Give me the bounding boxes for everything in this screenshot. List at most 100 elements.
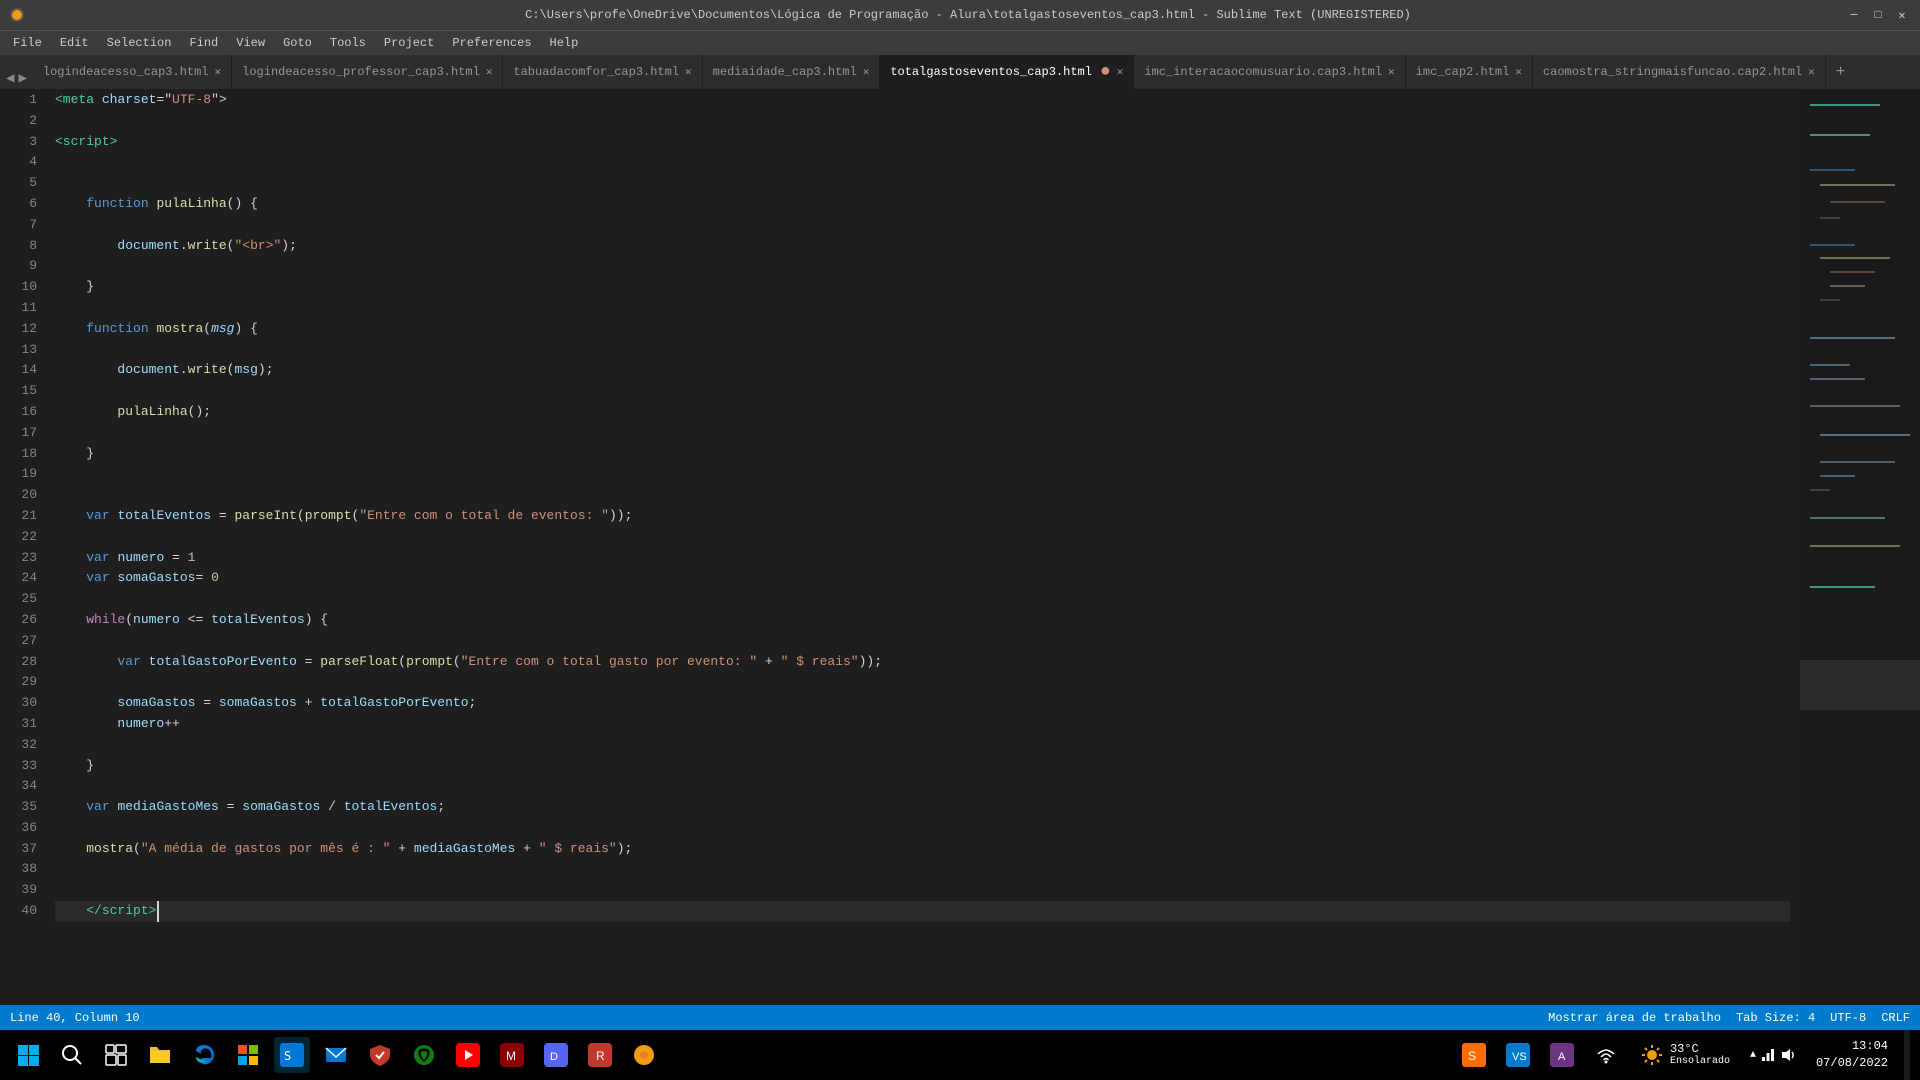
code-line-36 bbox=[55, 818, 1790, 839]
minimap-svg bbox=[1800, 90, 1920, 810]
cursor-position: Line 40, Column 10 bbox=[10, 1011, 140, 1025]
windows-start-button[interactable] bbox=[10, 1037, 46, 1073]
menu-tools[interactable]: Tools bbox=[322, 34, 374, 52]
code-line-11 bbox=[55, 298, 1790, 319]
line-num-20: 20 bbox=[0, 485, 37, 506]
line-num-30: 30 bbox=[0, 693, 37, 714]
line-num-28: 28 bbox=[0, 652, 37, 673]
defender-button[interactable] bbox=[362, 1037, 398, 1073]
line-num-23: 23 bbox=[0, 548, 37, 569]
code-line-39 bbox=[55, 880, 1790, 901]
code-line-22 bbox=[55, 527, 1790, 548]
code-line-14: document.write(msg); bbox=[55, 360, 1790, 381]
line-num-15: 15 bbox=[0, 381, 37, 402]
wifi-icon[interactable] bbox=[1588, 1037, 1624, 1073]
menu-preferences[interactable]: Preferences bbox=[444, 34, 539, 52]
menu-file[interactable]: File bbox=[5, 34, 50, 52]
tab-size-label: Tab Size: 4 bbox=[1736, 1011, 1815, 1025]
tab-imc-interacao[interactable]: imc_interacaocomusuario.cap3.html ✕ bbox=[1134, 55, 1405, 89]
tab-totalgastoseventos-cap3[interactable]: totalgastoseventos_cap3.html ● ✕ bbox=[880, 55, 1134, 89]
system-tray: ▲ bbox=[1746, 1047, 1800, 1063]
code-line-34 bbox=[55, 776, 1790, 797]
line-num-27: 27 bbox=[0, 631, 37, 652]
code-line-38 bbox=[55, 859, 1790, 880]
menu-help[interactable]: Help bbox=[542, 34, 587, 52]
discord-button[interactable]: D bbox=[538, 1037, 574, 1073]
maximize-button[interactable]: □ bbox=[1870, 7, 1886, 23]
vscode-button[interactable]: VS bbox=[1500, 1037, 1536, 1073]
minimize-button[interactable]: ─ bbox=[1846, 7, 1862, 23]
close-tab-2[interactable]: ✕ bbox=[486, 65, 493, 79]
tab-caomostra[interactable]: caomostra_stringmaisfuncao.cap2.html ✕ bbox=[1533, 55, 1826, 89]
code-line-33: } bbox=[55, 756, 1790, 777]
code-line-1: <meta charset="UTF-8"> bbox=[55, 90, 1790, 111]
close-tab-8[interactable]: ✕ bbox=[1808, 65, 1815, 79]
mail-button[interactable] bbox=[318, 1037, 354, 1073]
code-line-28: var totalGastoPorEvento = parseFloat(pro… bbox=[55, 652, 1790, 673]
code-line-35: var mediaGastoMes = somaGastos / totalEv… bbox=[55, 797, 1790, 818]
microsoft-store-button[interactable] bbox=[230, 1037, 266, 1073]
show-desktop-button[interactable] bbox=[1904, 1030, 1910, 1080]
tab-imc-cap2[interactable]: imc_cap2.html ✕ bbox=[1406, 55, 1533, 89]
sublime-text-taskbar[interactable]: S bbox=[1456, 1037, 1492, 1073]
code-editor[interactable]: <meta charset="UTF-8"> <script> function… bbox=[45, 90, 1800, 1005]
code-line-15 bbox=[55, 381, 1790, 402]
task-view-button[interactable] bbox=[98, 1037, 134, 1073]
show-desktop-label[interactable]: Mostrar área de trabalho bbox=[1548, 1011, 1721, 1025]
code-line-30: somaGastos = somaGastos + totalGastoPorE… bbox=[55, 693, 1790, 714]
menu-project[interactable]: Project bbox=[376, 34, 442, 52]
line-num-35: 35 bbox=[0, 797, 37, 818]
line-num-22: 22 bbox=[0, 527, 37, 548]
youtube-button[interactable] bbox=[450, 1037, 486, 1073]
menu-edit[interactable]: Edit bbox=[52, 34, 97, 52]
close-tab-3[interactable]: ✕ bbox=[685, 65, 692, 79]
line-num-17: 17 bbox=[0, 423, 37, 444]
menu-goto[interactable]: Goto bbox=[275, 34, 320, 52]
line-num-7: 7 bbox=[0, 215, 37, 236]
media-button[interactable]: M bbox=[494, 1037, 530, 1073]
app1-button[interactable]: R bbox=[582, 1037, 618, 1073]
close-tab-1[interactable]: ✕ bbox=[215, 65, 222, 79]
eol-label: CRLF bbox=[1881, 1011, 1910, 1025]
code-line-32 bbox=[55, 735, 1790, 756]
line-num-12: 12 bbox=[0, 319, 37, 340]
code-line-37: mostra("A média de gastos por mês é : " … bbox=[55, 839, 1790, 860]
menu-selection[interactable]: Selection bbox=[99, 34, 180, 52]
tab-nav-right[interactable]: ▶ bbox=[16, 68, 28, 89]
search-button[interactable] bbox=[54, 1037, 90, 1073]
line-num-11: 11 bbox=[0, 298, 37, 319]
code-line-4 bbox=[55, 152, 1790, 173]
edge-browser-button[interactable] bbox=[186, 1037, 222, 1073]
tab-bar: ◀ ▶ logindeacesso_cap3.html ✕ logindeace… bbox=[0, 55, 1920, 90]
close-button[interactable]: ✕ bbox=[1894, 7, 1910, 23]
tab-logindeacesso-professor-cap3[interactable]: logindeacesso_professor_cap3.html ✕ bbox=[232, 55, 503, 89]
weather-widget: 33°C Ensolarado bbox=[1632, 1042, 1738, 1068]
code-line-8: document.write("<br>"); bbox=[55, 236, 1790, 257]
menu-view[interactable]: View bbox=[228, 34, 273, 52]
tray-chevron[interactable]: ▲ bbox=[1750, 1050, 1756, 1061]
another-button[interactable]: A bbox=[1544, 1037, 1580, 1073]
line-num-24: 24 bbox=[0, 568, 37, 589]
close-tab-6[interactable]: ✕ bbox=[1388, 65, 1395, 79]
file-explorer-button[interactable] bbox=[142, 1037, 178, 1073]
xbox-button[interactable] bbox=[406, 1037, 442, 1073]
tab-mediaidade-cap3[interactable]: mediaidade_cap3.html ✕ bbox=[703, 55, 881, 89]
line-num-36: 36 bbox=[0, 818, 37, 839]
close-tab-7[interactable]: ✕ bbox=[1515, 65, 1522, 79]
tab-logindeacesso-cap3[interactable]: logindeacesso_cap3.html ✕ bbox=[33, 55, 232, 89]
menu-find[interactable]: Find bbox=[181, 34, 226, 52]
close-tab-5[interactable]: ✕ bbox=[1117, 65, 1124, 79]
close-tab-4[interactable]: ✕ bbox=[863, 65, 870, 79]
ideapad-button[interactable] bbox=[626, 1037, 662, 1073]
encoding-label: UTF-8 bbox=[1830, 1011, 1866, 1025]
line-numbers: 1 2 3 4 5 6 7 8 9 10 11 12 13 14 15 16 1… bbox=[0, 90, 45, 1005]
datetime-widget[interactable]: 13:04 07/08/2022 bbox=[1808, 1038, 1896, 1072]
code-line-29 bbox=[55, 672, 1790, 693]
terminal-button[interactable]: S bbox=[274, 1037, 310, 1073]
add-tab-button[interactable]: + bbox=[1826, 55, 1856, 89]
line-num-19: 19 bbox=[0, 464, 37, 485]
code-line-6: function pulaLinha() { bbox=[55, 194, 1790, 215]
tab-tabuadacomfor-cap3[interactable]: tabuadacomfor_cap3.html ✕ bbox=[503, 55, 702, 89]
tab-nav-left[interactable]: ◀ bbox=[4, 68, 16, 89]
code-line-21: var totalEventos = parseInt(prompt("Entr… bbox=[55, 506, 1790, 527]
